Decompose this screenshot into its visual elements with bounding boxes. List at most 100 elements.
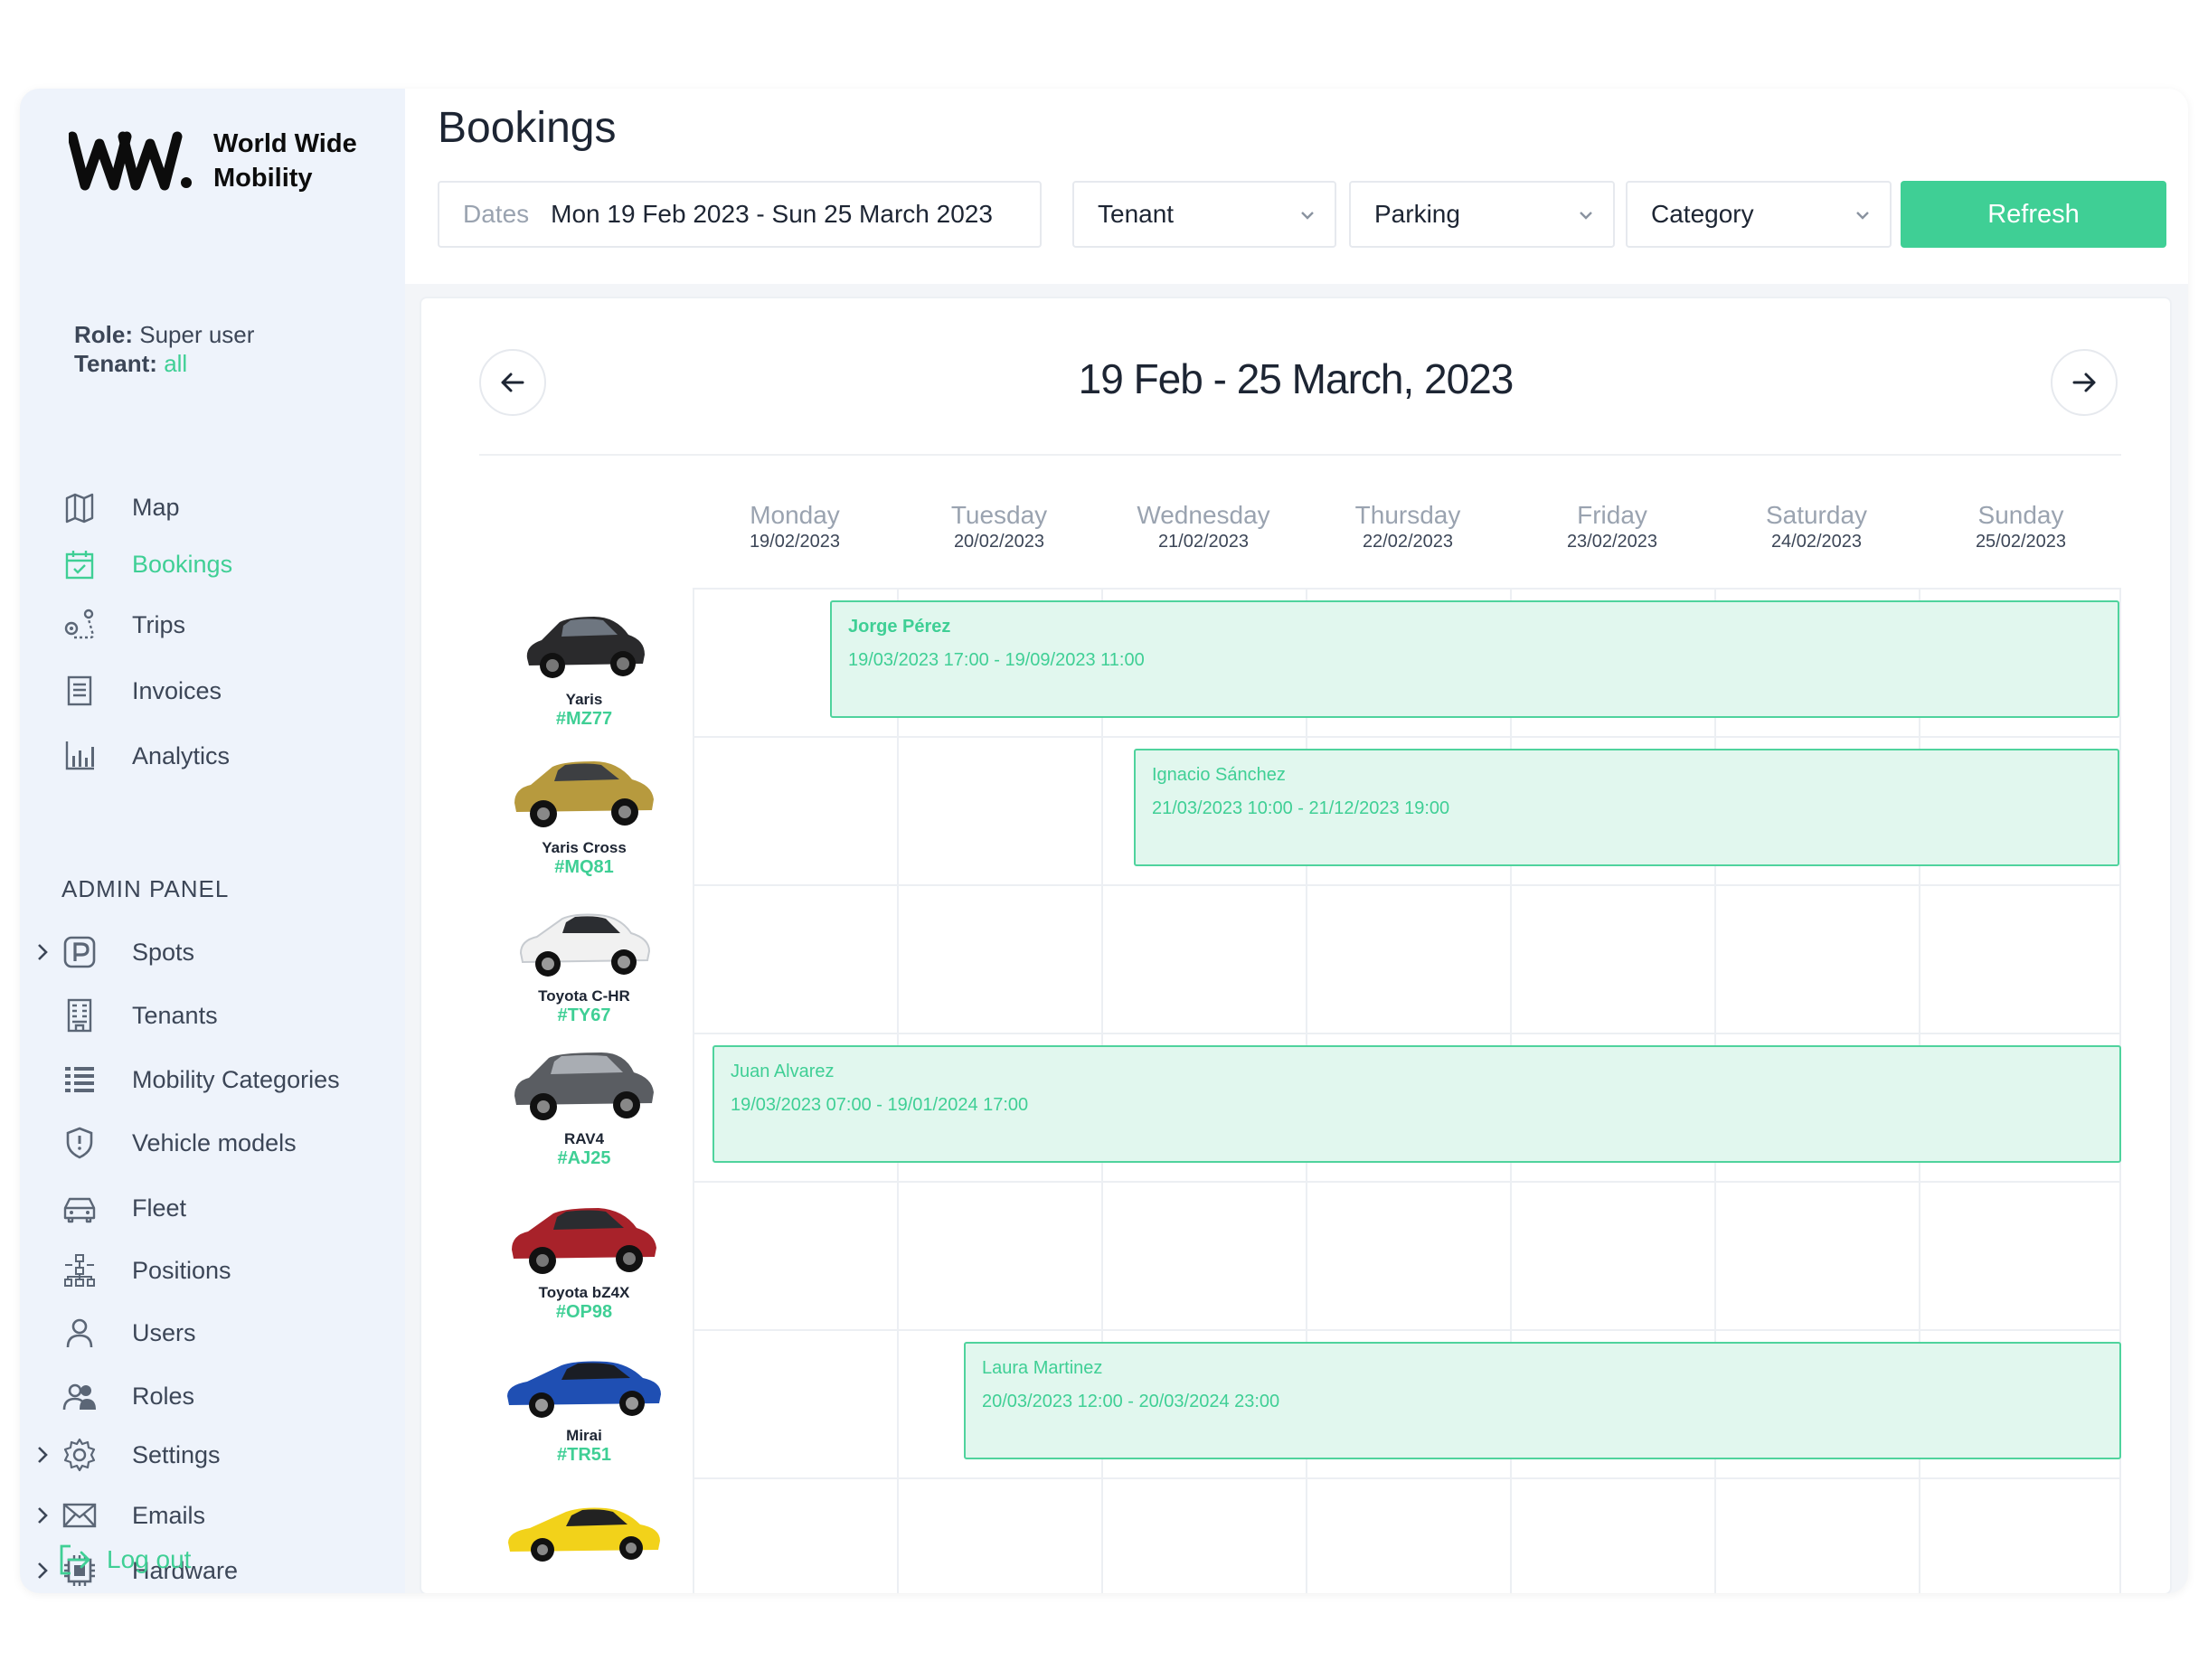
nav-item-bookings[interactable]: Bookings — [20, 542, 405, 587]
app-window: World Wide Mobility Role: Super user Ten… — [20, 89, 2188, 1593]
nav-item-tenants[interactable]: Tenants — [20, 993, 405, 1038]
chevron-down-icon — [1856, 212, 1869, 220]
logout-button[interactable]: Log out — [56, 1541, 191, 1579]
user-icon — [66, 1318, 93, 1348]
bar-chart-icon — [65, 741, 94, 770]
brand-logo-icon — [69, 131, 192, 191]
booking-card[interactable]: Ignacio Sánchez 21/03/2023 10:00 - 21/12… — [1134, 749, 2119, 866]
nav-item-label: Positions — [132, 1257, 231, 1284]
nav-item-label: Settings — [132, 1441, 221, 1468]
users-icon — [62, 1383, 96, 1411]
day-header-friday: Friday 23/02/2023 — [1510, 501, 1714, 552]
car-photo-icon — [508, 1507, 660, 1562]
nav-item-label: Trips — [132, 611, 185, 638]
vehicle-plate[interactable]: #TR51 — [476, 1445, 693, 1466]
header-divider — [479, 454, 2121, 456]
tenant-select[interactable]: Tenant — [1072, 181, 1336, 248]
brand-name-line2: Mobility — [213, 164, 313, 193]
page-header: Bookings Dates Mon 19 Feb 2023 - Sun 25 … — [405, 89, 2188, 284]
nav-item-label: Vehicle models — [132, 1129, 297, 1156]
booking-time: 20/03/2023 12:00 - 20/03/2024 23:00 — [982, 1392, 1280, 1411]
vehicle-row-yaris-cross[interactable]: Yaris Cross #MQ81 — [476, 749, 693, 878]
parking-select[interactable]: Parking — [1349, 181, 1615, 248]
day-date: 23/02/2023 — [1566, 532, 1658, 552]
day-date: 22/02/2023 — [1362, 532, 1454, 552]
refresh-button[interactable]: Refresh — [1901, 181, 2166, 248]
nav-item-label: Roles — [132, 1383, 195, 1410]
car-photo-icon — [526, 617, 645, 678]
shield-icon — [66, 1127, 93, 1159]
nav-item-mobility-categories[interactable]: Mobility Categories — [20, 1057, 405, 1102]
tenant-value: all — [164, 350, 188, 377]
nav-item-map[interactable]: Map — [20, 485, 405, 530]
admin-panel-title: ADMIN PANEL — [61, 875, 230, 902]
nav-item-trips[interactable]: Trips — [20, 602, 405, 647]
car-photo-icon — [507, 1361, 661, 1418]
nav-item-settings[interactable]: Settings — [20, 1432, 405, 1477]
nav-item-analytics[interactable]: Analytics — [20, 733, 405, 779]
vehicle-plate[interactable]: #TY67 — [476, 1005, 693, 1026]
brand-name-line1: World Wide — [213, 129, 357, 158]
next-week-button[interactable] — [2051, 349, 2118, 416]
day-name: Saturday — [1765, 501, 1868, 529]
vehicle-row-rav4[interactable]: RAV4 #AJ25 — [476, 1040, 693, 1169]
day-name: Monday — [750, 501, 840, 529]
vehicle-plate[interactable]: #AJ25 — [476, 1148, 693, 1169]
day-date: 20/02/2023 — [953, 532, 1045, 552]
vehicle-plate[interactable]: #OP98 — [476, 1302, 693, 1323]
nav-item-emails[interactable]: Emails — [20, 1493, 405, 1538]
page-title: Bookings — [438, 104, 617, 152]
grid-line — [693, 1181, 2121, 1183]
booking-customer: Jorge Pérez — [848, 617, 951, 637]
nav-item-vehicle-models[interactable]: Vehicle models — [20, 1120, 405, 1166]
chevron-right-icon[interactable] — [33, 941, 52, 963]
sidebar: World Wide Mobility Role: Super user Ten… — [20, 89, 405, 1593]
nav-item-spots[interactable]: Spots — [20, 930, 405, 975]
nav-item-roles[interactable]: Roles — [20, 1373, 405, 1419]
booking-time: 19/03/2023 07:00 - 19/01/2024 17:00 — [731, 1095, 1029, 1115]
invoice-icon — [67, 675, 92, 706]
booking-card[interactable]: Jorge Pérez 19/03/2023 17:00 - 19/09/202… — [830, 600, 2119, 718]
day-name: Thursday — [1354, 501, 1461, 529]
nav-item-label: Map — [132, 494, 180, 521]
logo[interactable]: World Wide Mobility — [69, 127, 357, 195]
grid-line — [693, 1033, 2121, 1034]
chevron-right-icon[interactable] — [33, 1444, 52, 1466]
nav-item-positions[interactable]: Positions — [20, 1248, 405, 1293]
nav-item-fleet[interactable]: Fleet — [20, 1185, 405, 1231]
vehicle-row-mirai[interactable]: Mirai #TR51 — [476, 1347, 693, 1466]
chevron-down-icon — [1580, 212, 1592, 220]
vehicle-row-toyota-bz4x[interactable]: Toyota bZ4X #OP98 — [476, 1195, 693, 1323]
booking-card[interactable]: Laura Martinez 20/03/2023 12:00 - 20/03/… — [964, 1342, 2121, 1459]
vehicle-plate[interactable]: #MZ77 — [476, 709, 693, 730]
day-name: Wednesday — [1137, 501, 1270, 529]
parking-icon — [63, 936, 96, 968]
map-icon — [65, 493, 94, 524]
car-photo-icon — [519, 913, 651, 977]
grid-line — [693, 884, 2121, 886]
day-header-sunday: Sunday 25/02/2023 — [1919, 501, 2123, 552]
chevron-right-icon[interactable] — [33, 1505, 52, 1526]
vehicle-plate[interactable]: #MQ81 — [476, 857, 693, 878]
building-icon — [67, 998, 92, 1033]
date-range-picker[interactable]: Dates Mon 19 Feb 2023 - Sun 25 March 202… — [438, 181, 1042, 248]
vehicle-row-toyota-c-hr[interactable]: Toyota C-HR #TY67 — [476, 899, 693, 1026]
category-select[interactable]: Category — [1626, 181, 1892, 248]
vehicle-model: Toyota C-HR — [538, 987, 630, 1005]
vehicle-row-supra[interactable] — [476, 1497, 693, 1566]
vehicle-row-yaris[interactable]: Yaris #MZ77 — [476, 602, 693, 730]
nav-item-label: Analytics — [132, 742, 231, 769]
booking-card[interactable]: Juan Alvarez 19/03/2023 07:00 - 19/01/20… — [712, 1045, 2121, 1163]
gear-icon — [63, 1438, 96, 1472]
day-date: 19/02/2023 — [749, 532, 841, 552]
calendar-card: 19 Feb - 25 March, 2023 Monday 19/02/2023… — [421, 298, 2170, 1593]
nav-item-users[interactable]: Users — [20, 1310, 405, 1355]
day-header-saturday: Saturday 24/02/2023 — [1714, 501, 1919, 552]
day-header-monday: Monday 19/02/2023 — [693, 501, 897, 552]
nav-item-invoices[interactable]: Invoices — [20, 668, 405, 713]
vehicle-model: Yaris Cross — [542, 839, 627, 856]
hierarchy-icon — [64, 1254, 95, 1287]
vehicle-model: RAV4 — [563, 1130, 605, 1147]
grid-line — [693, 588, 2121, 590]
chevron-right-icon[interactable] — [33, 1560, 52, 1581]
